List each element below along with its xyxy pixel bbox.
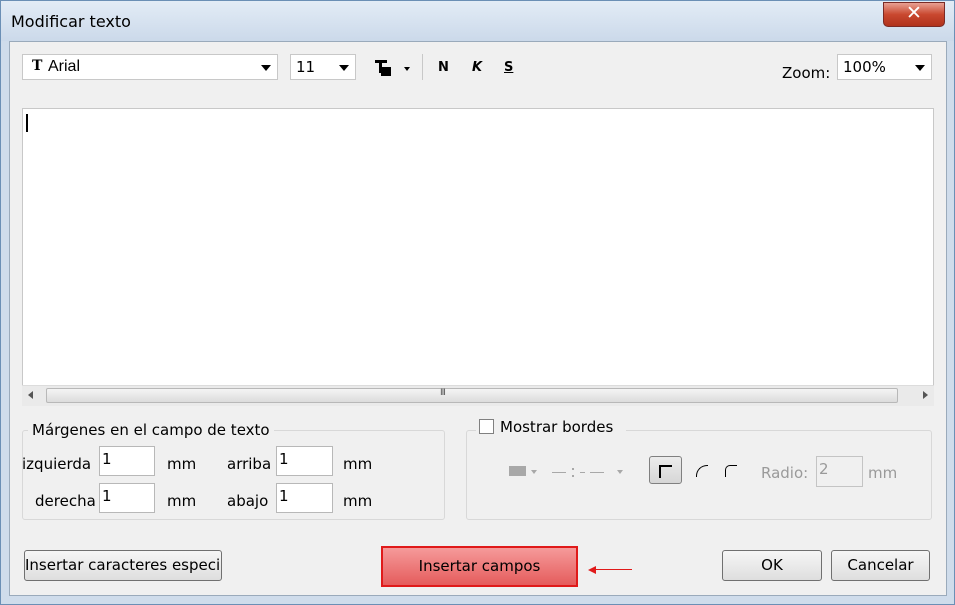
close-icon: ✕ — [906, 2, 922, 24]
scroll-left-icon[interactable] — [28, 391, 33, 399]
margin-right-input[interactable]: 1 — [99, 483, 155, 513]
chevron-down-icon — [617, 470, 623, 474]
font-size-dropdown[interactable]: 11 — [290, 54, 356, 80]
margin-bottom-label: abajo — [227, 492, 269, 510]
square-corner-icon — [659, 465, 672, 478]
margin-bottom-input[interactable]: 1 — [276, 483, 333, 513]
font-size-value: 11 — [296, 58, 316, 76]
font-name: Arial — [48, 58, 81, 75]
ok-button[interactable]: OK — [722, 550, 822, 581]
titlebar: Modificar texto ✕ — [1, 1, 954, 41]
scrollbar-grip: III — [440, 388, 446, 398]
scroll-right-icon[interactable] — [923, 391, 928, 399]
rounded-corner-button[interactable] — [719, 456, 743, 484]
margin-bottom-unit: mm — [343, 492, 373, 510]
margin-top-input[interactable]: 1 — [276, 446, 333, 476]
text-color-button[interactable] — [372, 56, 414, 80]
close-button[interactable]: ✕ — [883, 2, 945, 27]
strike-button[interactable]: S — [504, 60, 513, 75]
rounded-corner-icon — [725, 465, 737, 477]
margin-left-input[interactable]: 1 — [99, 446, 155, 476]
show-borders-label: Mostrar bordes — [500, 418, 614, 436]
horizontal-scrollbar[interactable]: III — [22, 385, 934, 406]
italic-button[interactable]: K — [472, 60, 482, 75]
margin-top-label: arriba — [227, 455, 272, 473]
dash-style-icon — [552, 472, 566, 473]
chevron-down-icon — [404, 67, 410, 71]
radius-label: Radio: — [761, 464, 809, 482]
zoom-value: 100% — [843, 58, 886, 76]
chevron-down-icon — [339, 65, 349, 71]
window-title: Modificar texto — [11, 12, 131, 31]
border-color-dropdown[interactable] — [507, 462, 545, 482]
dialog-window: Modificar texto ✕ T Arial 11 N K S Zoom:… — [0, 0, 955, 605]
margin-top-unit: mm — [343, 455, 373, 473]
scrollbar-thumb[interactable] — [46, 388, 898, 403]
font-type-icon: T — [32, 58, 43, 74]
zoom-label: Zoom: — [782, 64, 831, 82]
bold-button[interactable]: N — [438, 60, 449, 75]
round-corner-button[interactable] — [691, 456, 715, 484]
square-corner-button[interactable] — [649, 456, 682, 484]
text-caret — [26, 114, 28, 132]
font-dropdown[interactable]: T Arial — [22, 54, 278, 80]
margin-right-unit: mm — [167, 492, 197, 510]
margin-right-label: derecha — [35, 492, 96, 510]
annotation-arrow-head — [588, 566, 596, 574]
chevron-down-icon — [261, 65, 271, 71]
dialog-client-area: T Arial 11 N K S Zoom: 100% III Márgenes… — [9, 41, 947, 596]
insert-special-characters-button[interactable]: Insertar caracteres especiales — [24, 550, 222, 581]
show-borders-checkbox[interactable] — [479, 419, 494, 434]
radius-input[interactable]: 2 — [816, 456, 863, 487]
toolbar-separator — [422, 54, 423, 80]
border-color-icon — [509, 466, 526, 476]
margin-left-unit: mm — [167, 455, 197, 473]
round-corner-icon — [696, 465, 708, 477]
zoom-dropdown[interactable]: 100% — [837, 54, 932, 80]
cancel-button[interactable]: Cancelar — [831, 550, 930, 581]
chevron-down-icon — [531, 470, 537, 474]
insert-fields-button[interactable]: Insertar campos — [381, 546, 578, 587]
chevron-down-icon — [915, 65, 925, 71]
margin-left-label: izquierda — [22, 455, 92, 473]
border-style-dropdown[interactable] — [550, 462, 628, 482]
text-editor[interactable] — [22, 108, 934, 406]
radius-unit: mm — [868, 464, 898, 482]
margins-legend: Márgenes en el campo de texto — [28, 421, 274, 439]
annotation-arrow — [596, 569, 632, 570]
